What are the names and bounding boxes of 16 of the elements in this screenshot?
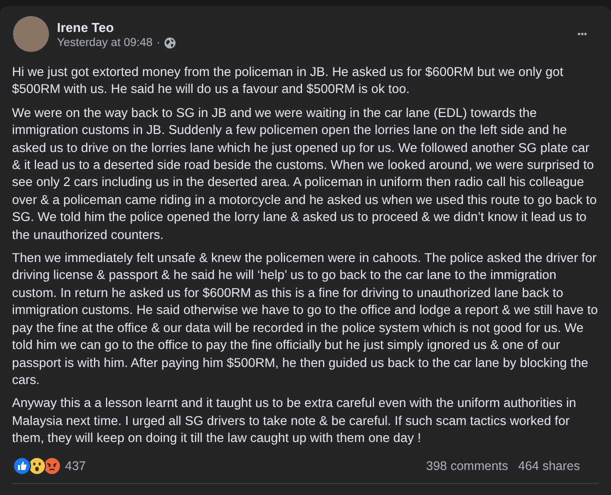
post-paragraph: Then we immediately felt unsafe & knew the policemen were in cahoots. The police asked the driver for driving license & passport & he said he will ‘help’ us to go back to the car lane to the immigration custom. In return he asked us for $600RM as this is a fine for driving to unauthorized lane back to immigration customs. He said otherwise we have to go to the office and lodge a report & we still have to pay the fine at the office & our data will be recorded in the police system which is not good for us. We told him we can go to the office to pay the fine officially but he just simply ignored us & one of our passport is with him. After paying him $500RM, he then guided us back to the car lane by blocking the cars. bbox=[12, 249, 599, 388]
comments-count[interactable]: 398 comments bbox=[426, 458, 508, 473]
post-time[interactable]: Yesterday at 09:48 bbox=[57, 36, 152, 48]
shares-count[interactable]: 464 shares bbox=[518, 458, 580, 473]
reaction-count[interactable]: 437 bbox=[65, 458, 86, 473]
post-paragraph: Anyway this a a lesson learnt and it taught us to be extra careful even with the uniform authorities in Malaysia next time. I urged all SG drivers to take note & be careful. If such scam tactics worked for them, they will keep on doing it till the law caught up with them one day ! bbox=[12, 394, 578, 447]
avatar-circle[interactable] bbox=[13, 16, 49, 52]
surprised-face-icon[interactable] bbox=[28, 456, 46, 475]
globe-icon bbox=[164, 36, 176, 48]
separator: · bbox=[156, 36, 160, 48]
angry-face-icon[interactable] bbox=[43, 456, 61, 475]
thumbs-up-icon[interactable] bbox=[13, 456, 31, 475]
post-paragraph: We were on the way back to SG in JB and we were waiting in the car lane (EDL) towards the immigration customs in JB. Suddenly a few policemen open the lorries lane on the left side and he asked us to drive on the lorries lane which he just opened up for us. We followed another SG plate car & it lead us to a deserted side road beside the customs. When we looked around, we were surprised to see only 2 cars including us in the deserted area. A policeman in uniform then radio call his colleague over & a policeman came riding in a motorcycle and he asked us when we used this route to go back to SG. We told him the police opened the lorry lane & asked us to proceed & we didn’t know it lead us to the unauthorized counters. bbox=[12, 104, 598, 244]
post-paragraph: Hi we just got extorted money from the policeman in JB. He asked us for $600RM but we only got $500RM with us. He said he will do us a favour and $500RM is ok too. bbox=[12, 63, 564, 98]
more-options-button[interactable]: ••• bbox=[572, 25, 593, 43]
author-name[interactable]: Irene Teo bbox=[57, 20, 564, 34]
